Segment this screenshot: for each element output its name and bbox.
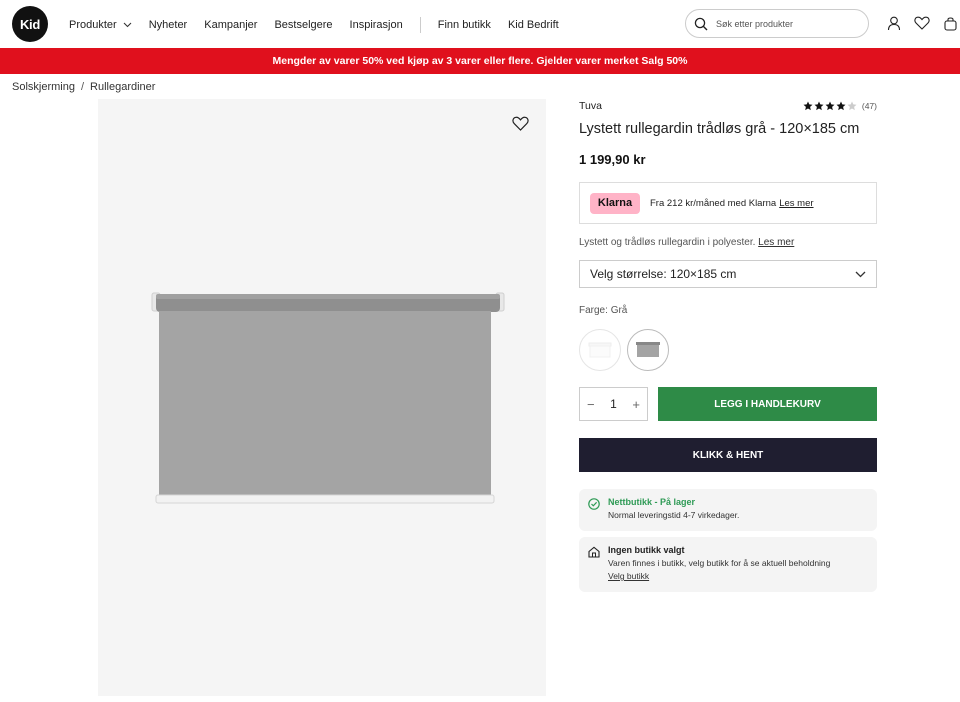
buy-row: − 1 + LEGG I HANDLEKURV bbox=[579, 387, 877, 421]
size-select-value: Velg størrelse: 120×185 cm bbox=[590, 267, 737, 281]
product-description: Lystett og trådløs rullegardin i polyest… bbox=[579, 237, 877, 248]
kid-logo[interactable]: Kid bbox=[12, 6, 48, 42]
search-icon bbox=[694, 17, 708, 30]
online-stock-subtitle: Normal leveringstid 4-7 virkedager. bbox=[608, 510, 740, 520]
header-actions bbox=[886, 15, 960, 31]
nav-item-produkter[interactable]: Produkter bbox=[69, 19, 132, 31]
chevron-down-icon bbox=[123, 22, 132, 28]
quantity-stepper: − 1 + bbox=[579, 387, 648, 421]
online-stock-box: Nettbutikk - På lager Normal leveringsti… bbox=[579, 489, 877, 531]
klarna-logo: Klarna bbox=[590, 192, 640, 214]
color-swatches bbox=[579, 329, 877, 371]
promo-banner[interactable]: Mengder av varer 50% ved kjøp av 3 varer… bbox=[0, 48, 960, 74]
nav-item-finn-butikk[interactable]: Finn butikk bbox=[438, 19, 491, 31]
store-stock-title: Ingen butikk valgt bbox=[608, 545, 685, 555]
store-stock-box: Ingen butikk valgt Varen finnes i butikk… bbox=[579, 537, 877, 592]
wishlist-heart-icon[interactable] bbox=[914, 15, 930, 31]
klarna-box: Klarna Fra 212 kr/måned med Klarna Les m… bbox=[579, 182, 877, 224]
chevron-down-icon bbox=[855, 271, 866, 277]
search-input[interactable] bbox=[716, 18, 856, 29]
product-info: Tuva (47) Lystett rullegardin trådløs gr… bbox=[579, 99, 877, 592]
breadcrumb: Solskjerming / Rullegardiner bbox=[12, 81, 155, 93]
product-brand[interactable]: Tuva bbox=[579, 100, 602, 112]
quantity-increase-button[interactable]: + bbox=[632, 397, 640, 412]
star-filled-icon bbox=[803, 101, 813, 111]
product-image-gallery[interactable] bbox=[98, 99, 546, 696]
search-box bbox=[685, 9, 869, 38]
nav-item-kid-bedrift[interactable]: Kid Bedrift bbox=[508, 19, 559, 31]
site-header: Kid Produkter Nyheter Kampanjer Bestselg… bbox=[0, 0, 960, 48]
cart-bag-icon[interactable] bbox=[942, 15, 958, 31]
color-swatch-white[interactable] bbox=[579, 329, 621, 371]
review-count: (47) bbox=[861, 101, 877, 111]
quantity-value[interactable]: 1 bbox=[610, 397, 617, 411]
size-select[interactable]: Velg størrelse: 120×185 cm bbox=[579, 260, 877, 288]
check-circle-icon bbox=[588, 498, 600, 510]
color-value: Grå bbox=[610, 305, 628, 316]
grey-blind-thumbnail bbox=[636, 342, 660, 357]
star-empty-icon bbox=[847, 101, 857, 111]
main-nav: Produkter Nyheter Kampanjer Bestselgere … bbox=[69, 17, 576, 33]
star-filled-icon bbox=[814, 101, 824, 111]
color-swatch-grey[interactable] bbox=[627, 329, 669, 371]
product-rating[interactable]: (47) bbox=[803, 101, 877, 111]
klarna-read-more-link[interactable]: Les mer bbox=[779, 198, 813, 209]
color-label: Farge: Grå bbox=[579, 305, 877, 316]
nav-label: Produkter bbox=[69, 19, 117, 31]
online-stock-title: Nettbutikk - På lager bbox=[608, 497, 696, 507]
account-icon[interactable] bbox=[886, 15, 902, 31]
roller-blind-image bbox=[151, 292, 505, 504]
quantity-decrease-button[interactable]: − bbox=[587, 397, 595, 412]
product-title: Lystett rullegardin trådløs grå - 120×18… bbox=[579, 121, 860, 137]
breadcrumb-separator: / bbox=[80, 81, 85, 93]
star-filled-icon bbox=[836, 101, 846, 111]
product-price: 1 199,90 kr bbox=[579, 152, 646, 167]
store-house-icon bbox=[588, 546, 600, 558]
description-read-more-link[interactable]: Les mer bbox=[758, 237, 794, 248]
breadcrumb-item-solskjerming[interactable]: Solskjerming bbox=[12, 81, 75, 93]
nav-item-nyheter[interactable]: Nyheter bbox=[149, 19, 188, 31]
nav-item-inspirasjon[interactable]: Inspirasjon bbox=[350, 19, 403, 31]
white-blind-thumbnail bbox=[588, 342, 612, 358]
breadcrumb-item-rullegardiner[interactable]: Rullegardiner bbox=[90, 81, 155, 93]
nav-item-kampanjer[interactable]: Kampanjer bbox=[204, 19, 257, 31]
nav-divider bbox=[419, 17, 421, 33]
nav-item-bestselgere[interactable]: Bestselgere bbox=[274, 19, 332, 31]
klarna-text: Fra 212 kr/måned med Klarna bbox=[650, 197, 777, 209]
choose-store-link[interactable]: Velg butikk bbox=[608, 571, 830, 581]
star-filled-icon bbox=[825, 101, 835, 111]
brand-rating-row: Tuva (47) bbox=[579, 99, 877, 113]
add-to-cart-button[interactable]: LEGG I HANDLEKURV bbox=[658, 387, 877, 421]
store-stock-subtitle: Varen finnes i butikk, velg butikk for å… bbox=[608, 558, 831, 568]
favorite-heart-icon[interactable] bbox=[512, 116, 529, 136]
description-text: Lystett og trådløs rullegardin i polyest… bbox=[579, 237, 756, 248]
color-label-text: Farge: bbox=[579, 305, 608, 316]
rating-stars bbox=[803, 101, 858, 111]
click-and-collect-button[interactable]: KLIKK & HENT bbox=[579, 438, 877, 472]
